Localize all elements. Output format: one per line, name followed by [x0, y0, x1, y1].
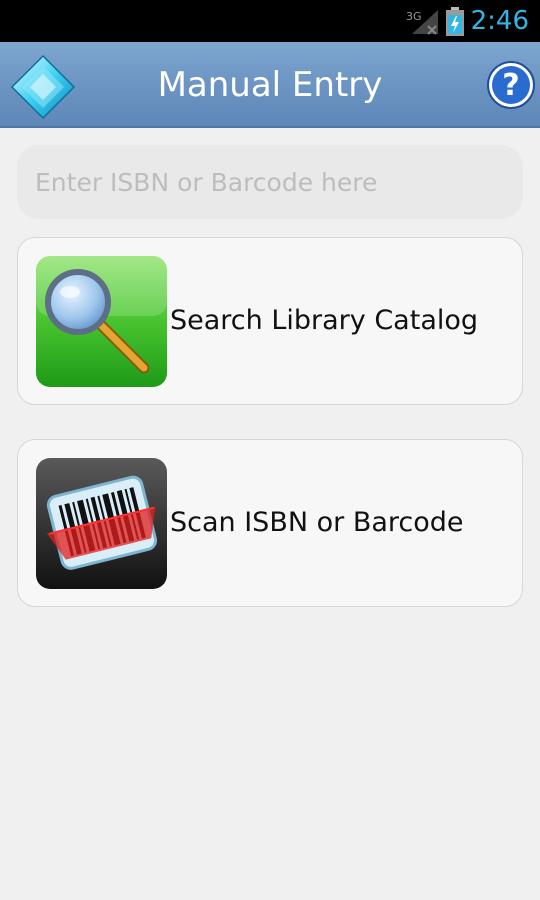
scan-isbn-barcode-label: Scan ISBN or Barcode	[170, 507, 464, 538]
magnifier-icon	[36, 256, 167, 387]
signal-icon: 3G	[406, 8, 440, 40]
status-bar: 3G 2:46	[0, 0, 540, 42]
battery-charging-icon	[445, 7, 465, 41]
scan-isbn-barcode-button[interactable]: Scan ISBN or Barcode	[17, 439, 523, 607]
network-type-label: 3G	[406, 10, 422, 23]
help-icon[interactable]: ?	[486, 60, 536, 114]
help-label: ?	[502, 68, 519, 103]
search-library-catalog-label: Search Library Catalog	[170, 305, 479, 336]
app-header: Manual Entry ?	[0, 42, 540, 128]
search-library-catalog-button[interactable]: Search Library Catalog	[17, 237, 523, 405]
clock: 2:46	[470, 6, 529, 36]
isbn-search-input[interactable]	[17, 145, 523, 219]
page-title: Manual Entry	[157, 65, 383, 105]
barcode-scanner-icon	[36, 458, 167, 589]
